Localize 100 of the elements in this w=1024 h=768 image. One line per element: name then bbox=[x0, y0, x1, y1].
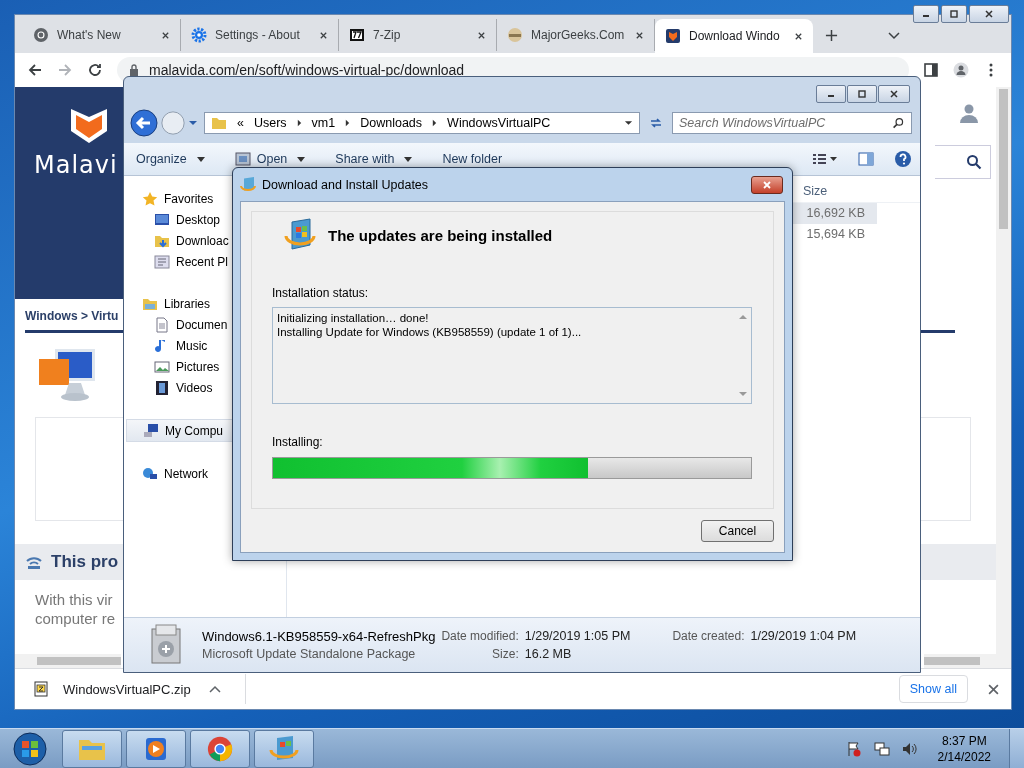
flag-icon[interactable] bbox=[845, 740, 862, 757]
chevron-icon[interactable] bbox=[888, 32, 900, 40]
caret-icon bbox=[196, 156, 205, 162]
close-icon[interactable] bbox=[161, 30, 170, 40]
star-icon bbox=[142, 190, 158, 207]
path-segment[interactable]: Downloads bbox=[360, 116, 423, 130]
detail-label: Date created: bbox=[672, 629, 745, 643]
close-icon bbox=[762, 179, 772, 190]
address-bar[interactable]: « Users vm1 Downloads WindowsVirtualPC bbox=[204, 112, 640, 134]
search-icon bbox=[966, 154, 982, 170]
preview-pane-icon[interactable] bbox=[858, 151, 874, 167]
horizontal-scrollbar[interactable] bbox=[15, 654, 121, 668]
detail-value: 1/29/2019 1:05 PM bbox=[524, 629, 631, 643]
vertical-scrollbar[interactable] bbox=[996, 87, 1011, 668]
chrome-icon bbox=[33, 27, 49, 43]
toolbar-button[interactable]: New folder bbox=[434, 148, 511, 170]
close-button[interactable] bbox=[878, 85, 910, 103]
maximize-icon bbox=[857, 89, 867, 99]
browser-tab[interactable]: 7-Zip bbox=[339, 19, 497, 51]
close-icon[interactable] bbox=[319, 30, 328, 40]
search-icon bbox=[892, 116, 905, 130]
arrow-icon[interactable] bbox=[296, 119, 302, 127]
computer-icon bbox=[143, 422, 159, 439]
toolbar-button[interactable]: Share with bbox=[327, 148, 421, 170]
windows-update-icon bbox=[269, 734, 299, 763]
document-icon bbox=[154, 316, 170, 333]
window-icon bbox=[234, 151, 251, 167]
close-icon bbox=[984, 9, 994, 19]
file-type: Microsoft Update Standalone Package bbox=[202, 647, 417, 661]
plus-icon[interactable] bbox=[825, 29, 838, 42]
back-icon[interactable] bbox=[27, 62, 43, 78]
image-icon bbox=[154, 358, 170, 375]
arrow-icon[interactable] bbox=[345, 119, 351, 127]
browser-tab[interactable]: What's New bbox=[23, 19, 181, 51]
clock[interactable]: 8:37 PM 2/14/2022 bbox=[937, 732, 991, 765]
download-item[interactable]: WindowsVirtualPC.zip bbox=[33, 674, 246, 704]
search-field[interactable]: Search WindowsVirtualPC bbox=[672, 112, 912, 134]
cancel-button[interactable]: Cancel bbox=[701, 520, 774, 542]
close-button[interactable] bbox=[751, 175, 783, 194]
toolbar-button[interactable]: Open bbox=[226, 147, 314, 171]
minimize-button[interactable] bbox=[816, 85, 846, 103]
chrome-icon bbox=[205, 734, 235, 763]
close-icon[interactable] bbox=[794, 31, 803, 41]
windows-update-icon bbox=[284, 218, 316, 252]
detail-value: 1/29/2019 1:04 PM bbox=[750, 629, 857, 643]
toolbar-button[interactable]: Organize bbox=[128, 148, 213, 170]
detail-label: Size: bbox=[491, 647, 519, 661]
taskbar-button[interactable] bbox=[254, 729, 314, 768]
zip-icon bbox=[349, 27, 365, 43]
path-segment[interactable]: Users bbox=[253, 116, 287, 130]
show-all-button[interactable]: Show all bbox=[898, 675, 968, 703]
detail-value: 16.2 MB bbox=[524, 647, 573, 661]
reload-icon[interactable] bbox=[87, 62, 103, 78]
help-icon[interactable] bbox=[894, 150, 912, 168]
file-row[interactable]: 15,694 KB bbox=[789, 224, 877, 245]
taskbar-button[interactable] bbox=[62, 729, 122, 768]
shield-icon bbox=[665, 28, 681, 44]
sidebar-icon[interactable] bbox=[923, 62, 939, 78]
folder-icon bbox=[211, 115, 227, 131]
film-icon bbox=[154, 379, 170, 396]
document-icon bbox=[154, 253, 170, 270]
status-label: Installation status: bbox=[272, 286, 370, 300]
monitor-icon bbox=[37, 347, 97, 403]
caret-icon bbox=[404, 156, 413, 162]
mascot-icon bbox=[507, 27, 523, 43]
dialog-heading: The updates are being installed bbox=[328, 226, 553, 244]
detail-label: Date modified: bbox=[441, 629, 519, 643]
maximize-button[interactable] bbox=[941, 5, 967, 23]
desktop-icon bbox=[154, 211, 170, 228]
taskbar-button[interactable] bbox=[126, 729, 186, 768]
start-button[interactable] bbox=[12, 730, 48, 767]
close-icon[interactable] bbox=[635, 30, 644, 40]
close-icon[interactable] bbox=[477, 30, 486, 40]
close-button[interactable] bbox=[969, 5, 1009, 23]
user-icon[interactable] bbox=[959, 103, 979, 123]
dropdown-icon[interactable] bbox=[624, 120, 633, 126]
browser-tab[interactable]: Download Windo bbox=[655, 19, 813, 53]
close-icon bbox=[889, 89, 899, 99]
maximize-icon bbox=[949, 9, 959, 19]
show-desktop-button[interactable] bbox=[1009, 728, 1024, 768]
network-icon[interactable] bbox=[873, 740, 890, 757]
maximize-button[interactable] bbox=[847, 85, 877, 103]
chevron-icon[interactable] bbox=[208, 685, 221, 693]
browser-tab[interactable]: Settings - About bbox=[181, 19, 339, 51]
arrow-icon[interactable] bbox=[432, 119, 438, 127]
minimize-button[interactable] bbox=[913, 5, 939, 23]
search-field[interactable] bbox=[935, 145, 991, 179]
profile-icon[interactable] bbox=[953, 62, 969, 78]
search-input[interactable]: Search WindowsVirtualPC bbox=[679, 113, 892, 133]
view-options-icon[interactable] bbox=[812, 152, 838, 166]
column-header[interactable]: Size bbox=[803, 184, 828, 198]
lock-icon bbox=[129, 64, 139, 76]
path-segment[interactable]: vm1 bbox=[311, 116, 336, 130]
horizontal-scrollbar[interactable] bbox=[924, 654, 996, 668]
path-segment[interactable]: WindowsVirtualPC bbox=[447, 116, 551, 130]
gear-icon bbox=[191, 27, 207, 43]
back-icon[interactable] bbox=[130, 109, 158, 137]
caret-icon bbox=[297, 156, 306, 162]
taskbar-button[interactable] bbox=[190, 729, 250, 768]
close-icon[interactable] bbox=[988, 683, 999, 695]
